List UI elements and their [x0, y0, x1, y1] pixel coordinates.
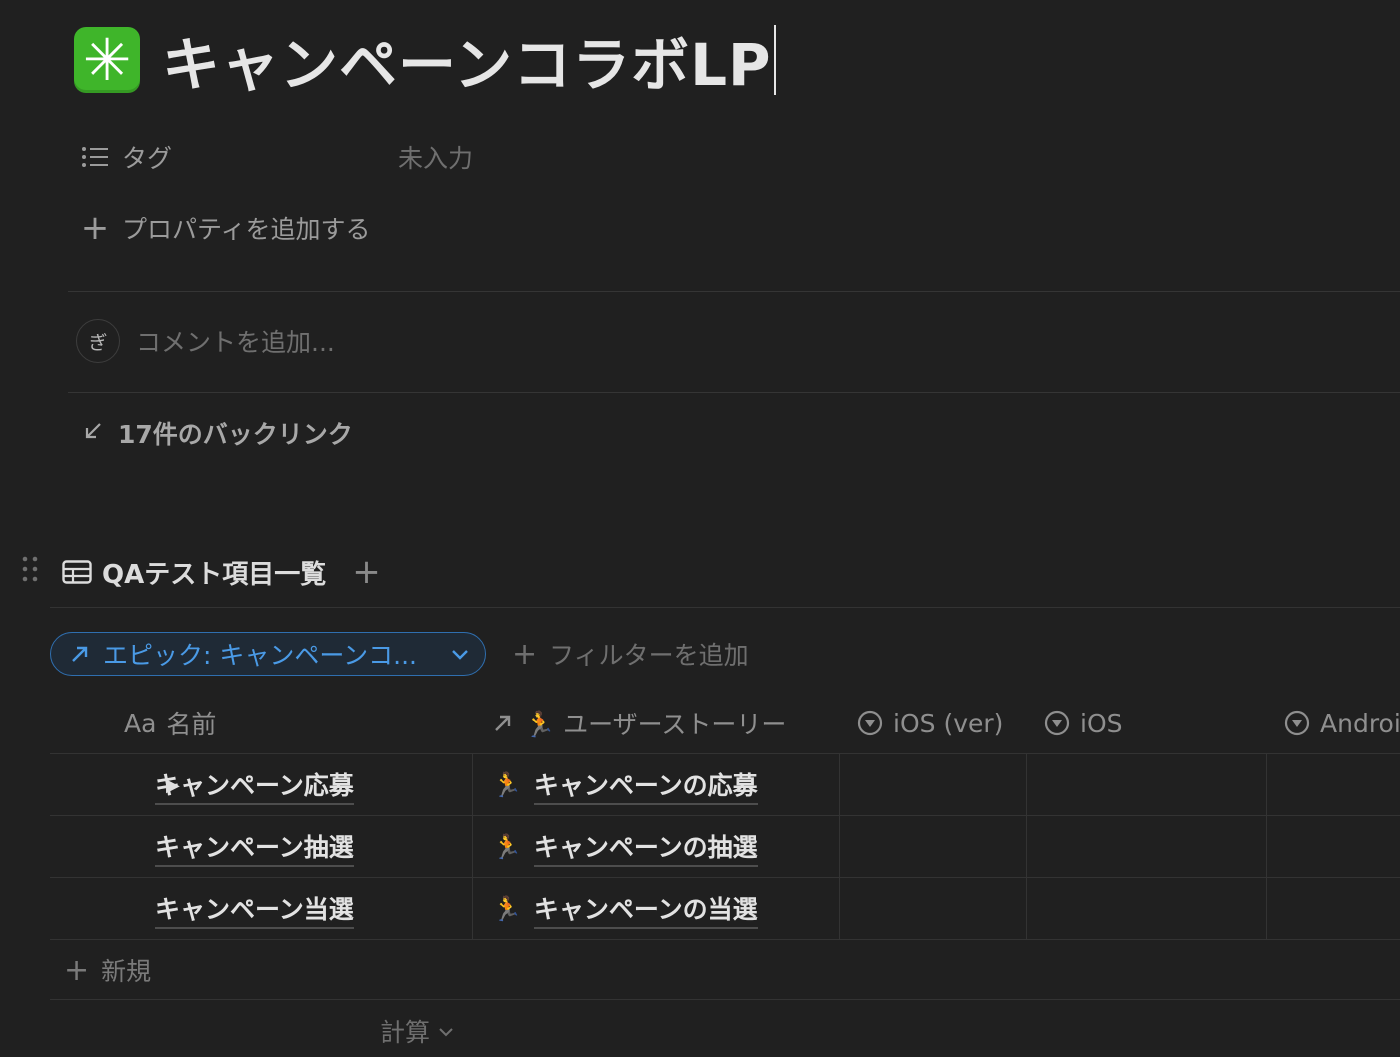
add-filter-button[interactable]: + フィルターを追加: [512, 636, 749, 672]
plus-icon: +: [64, 952, 90, 988]
row-name[interactable]: キャンペーン抽選: [155, 828, 354, 867]
story-cell[interactable]: 🏃 キャンペーンの当選: [492, 878, 758, 940]
text-cursor: [773, 25, 776, 95]
new-row-label: 新規: [101, 957, 152, 986]
column-label: Androi: [1320, 708, 1400, 738]
relation-arrow-icon: [69, 643, 91, 665]
table-row[interactable]: キャンペーン抽選: [50, 816, 472, 878]
table-row[interactable]: ▶ キャンペーン応募: [50, 754, 472, 816]
divider: [68, 392, 1400, 393]
grid-line: [839, 754, 840, 939]
grid-line: [472, 754, 473, 939]
column-label: 🏃 ユーザーストーリー: [524, 710, 787, 739]
divider: [50, 607, 1400, 608]
column-label: iOS (ver): [893, 708, 1004, 738]
drag-handle-icon[interactable]: [18, 554, 42, 591]
plus-icon: +: [80, 208, 110, 248]
column-header-ios[interactable]: iOS: [1044, 700, 1123, 746]
property-value-empty[interactable]: 未入力: [398, 139, 473, 175]
add-view-plus-icon[interactable]: +: [352, 552, 381, 592]
comment-row[interactable]: ぎ コメントを追加...: [76, 319, 335, 363]
add-property-label: プロパティを追加する: [122, 215, 371, 244]
calculate-label: 計算: [380, 1018, 431, 1047]
calculate-dropdown[interactable]: 計算: [380, 1013, 454, 1049]
row-name[interactable]: キャンペーン応募: [155, 766, 354, 805]
grid-line: [1026, 754, 1027, 939]
comment-input[interactable]: コメントを追加...: [136, 323, 335, 359]
story-cell[interactable]: 🏃 キャンペーンの応募: [492, 754, 758, 816]
database-header: QAテスト項目一覧 +: [0, 550, 381, 594]
property-row-tag[interactable]: タグ 未入力: [80, 137, 680, 177]
page-title[interactable]: キャンペーンコラボLP: [162, 18, 772, 102]
page-header: ✳ キャンペーンコラボLP: [74, 22, 776, 99]
runner-icon: 🏃: [492, 833, 522, 861]
backlinks-label: 17件のバックリンク: [118, 420, 353, 449]
eight-spoked-asterisk-icon[interactable]: ✳: [74, 27, 140, 93]
database-title-text: QAテスト項目一覧: [102, 559, 327, 590]
chevron-down-icon: [451, 642, 469, 666]
backlinks-toggle[interactable]: 17件のバックリンク: [82, 415, 353, 451]
plus-icon: +: [512, 636, 538, 672]
text-icon: Aa: [124, 708, 157, 738]
database-title[interactable]: QAテスト項目一覧: [62, 554, 326, 591]
list-icon: [80, 145, 110, 169]
table-row[interactable]: キャンペーン当選: [50, 878, 472, 940]
column-header-name[interactable]: Aa 名前: [124, 700, 216, 746]
select-icon: [1044, 710, 1070, 736]
row-name[interactable]: キャンペーン当選: [155, 890, 354, 929]
runner-icon: 🏃: [492, 895, 522, 923]
column-header-ios-ver[interactable]: iOS (ver): [857, 700, 1003, 746]
column-header-android[interactable]: Androi: [1284, 700, 1400, 746]
grid-line: [50, 999, 1400, 1000]
story-link[interactable]: キャンペーンの当選: [533, 890, 758, 929]
property-label: タグ: [122, 144, 173, 173]
add-property-button[interactable]: + プロパティを追加する: [80, 208, 371, 248]
story-link[interactable]: キャンペーンの抽選: [533, 828, 758, 867]
story-cell[interactable]: 🏃 キャンペーンの抽選: [492, 816, 758, 878]
select-icon: [1284, 710, 1310, 736]
table-icon: [62, 560, 92, 584]
filter-pill-epic[interactable]: エピック: キャンペーンコ...: [50, 632, 486, 676]
grid-line: [1266, 754, 1267, 939]
add-filter-label: フィルターを追加: [549, 641, 749, 670]
avatar: ぎ: [76, 319, 120, 363]
story-link[interactable]: キャンペーンの応募: [533, 766, 758, 805]
divider: [68, 291, 1400, 292]
runner-icon: 🏃: [492, 771, 522, 799]
arrow-down-left-icon: [82, 419, 104, 448]
toggle-triangle-icon[interactable]: ▶: [166, 775, 180, 796]
column-label: iOS: [1080, 708, 1123, 738]
new-row-button[interactable]: + 新規: [64, 952, 151, 988]
filter-pill-label: エピック: キャンペーンコ...: [103, 641, 417, 670]
relation-arrow-icon: [492, 712, 514, 734]
chevron-down-icon: [438, 1021, 454, 1042]
column-header-user-story[interactable]: 🏃 ユーザーストーリー: [492, 700, 786, 746]
select-icon: [857, 710, 883, 736]
column-label: 名前: [166, 710, 217, 739]
